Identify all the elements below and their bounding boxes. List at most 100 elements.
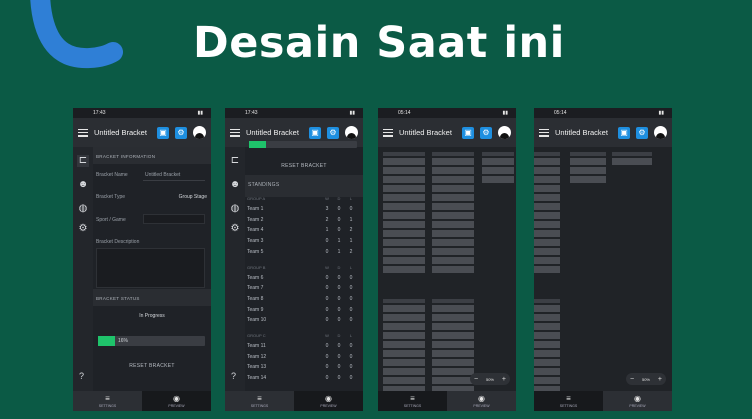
bracket-slot[interactable] <box>383 332 425 339</box>
bracket-preview-canvas[interactable] <box>378 147 516 393</box>
bracket-slot[interactable] <box>383 221 425 228</box>
save-button[interactable]: ▣ <box>618 126 630 139</box>
bracket-slot[interactable] <box>432 368 474 375</box>
bracket-slot[interactable] <box>534 230 560 237</box>
nav-settings[interactable]: ≡ SETTINGS <box>73 391 142 411</box>
bracket-slot[interactable] <box>383 341 425 348</box>
bracket-slot[interactable] <box>432 221 474 228</box>
bracket-slot[interactable] <box>432 248 474 255</box>
bracket-slot[interactable] <box>383 368 425 375</box>
bracket-slot[interactable] <box>432 305 474 312</box>
menu-icon[interactable] <box>383 128 393 137</box>
save-button[interactable]: ▣ <box>309 126 321 139</box>
menu-icon[interactable] <box>539 128 549 137</box>
bracket-slot[interactable] <box>482 158 514 165</box>
nav-settings[interactable]: ≡ SETTINGS <box>225 391 294 411</box>
bracket-slot[interactable] <box>534 257 560 264</box>
help-icon[interactable]: ? <box>231 371 236 381</box>
bracket-slot[interactable] <box>432 314 474 321</box>
bracket-slot[interactable] <box>612 158 652 165</box>
gear-icon[interactable]: ⚙ <box>229 223 241 235</box>
zoom-in-button[interactable]: + <box>502 376 506 383</box>
bracket-slot[interactable] <box>482 167 514 174</box>
bracket-slot[interactable] <box>534 248 560 255</box>
bracket-slot[interactable] <box>570 158 606 165</box>
bracket-slot[interactable] <box>383 248 425 255</box>
bracket-slot[interactable] <box>432 257 474 264</box>
settings-button[interactable]: ⚙ <box>636 126 648 139</box>
bracket-slot[interactable] <box>534 332 560 339</box>
bracket-slot[interactable] <box>432 332 474 339</box>
bracket-icon[interactable]: ⊏ <box>77 155 89 167</box>
bracket-slot[interactable] <box>570 167 606 174</box>
bracket-slot[interactable] <box>534 368 560 375</box>
bracket-slot[interactable] <box>383 314 425 321</box>
bracket-slot[interactable] <box>432 266 474 273</box>
bracket-slot[interactable] <box>432 341 474 348</box>
bracket-slot[interactable] <box>432 239 474 246</box>
sport-game-input[interactable] <box>143 214 205 224</box>
bracket-slot[interactable] <box>534 212 560 219</box>
bracket-slot[interactable] <box>432 377 474 384</box>
nav-preview[interactable]: ◉ PREVIEW <box>447 391 516 411</box>
bracket-slot[interactable] <box>383 167 425 174</box>
bracket-slot[interactable] <box>383 230 425 237</box>
bracket-slot[interactable] <box>432 323 474 330</box>
bracket-slot[interactable] <box>383 239 425 246</box>
nav-settings[interactable]: ≡ SETTINGS <box>378 391 447 411</box>
bracket-slot[interactable] <box>383 203 425 210</box>
bracket-slot[interactable] <box>570 176 606 183</box>
bracket-type-select[interactable]: Group Stage <box>179 194 207 200</box>
nav-settings[interactable]: ≡ SETTINGS <box>534 391 603 411</box>
menu-icon[interactable] <box>230 128 240 137</box>
bracket-slot[interactable] <box>383 185 425 192</box>
nav-preview[interactable]: ◉ PREVIEW <box>603 391 672 411</box>
bracket-slot[interactable] <box>534 194 560 201</box>
bracket-slot[interactable] <box>383 350 425 357</box>
bracket-slot[interactable] <box>383 359 425 366</box>
bracket-slot[interactable] <box>383 323 425 330</box>
bracket-slot[interactable] <box>383 305 425 312</box>
bracket-slot[interactable] <box>534 167 560 174</box>
zoom-in-button[interactable]: + <box>658 376 662 383</box>
save-button[interactable]: ▣ <box>462 126 474 139</box>
settings-button[interactable]: ⚙ <box>327 126 339 139</box>
bracket-icon[interactable]: ⊏ <box>229 155 241 167</box>
avatar[interactable] <box>193 126 206 139</box>
bracket-slot[interactable] <box>432 158 474 165</box>
avatar[interactable] <box>345 126 358 139</box>
bracket-slot[interactable] <box>432 167 474 174</box>
bracket-name-input[interactable]: Untitled Bracket <box>145 172 180 178</box>
help-icon[interactable]: ? <box>79 371 84 381</box>
palette-icon[interactable]: ◍ <box>229 203 241 215</box>
gear-icon[interactable]: ⚙ <box>77 223 89 235</box>
description-textarea[interactable] <box>96 248 205 288</box>
bracket-slot[interactable] <box>534 239 560 246</box>
bracket-slot[interactable] <box>383 158 425 165</box>
bracket-slot[interactable] <box>383 212 425 219</box>
palette-icon[interactable]: ◍ <box>77 203 89 215</box>
settings-button[interactable]: ⚙ <box>175 126 187 139</box>
zoom-out-button[interactable]: − <box>474 376 478 383</box>
bracket-slot[interactable] <box>432 212 474 219</box>
nav-preview[interactable]: ◉ PREVIEW <box>142 391 211 411</box>
bracket-slot[interactable] <box>432 176 474 183</box>
save-button[interactable]: ▣ <box>157 126 169 139</box>
bracket-slot[interactable] <box>534 350 560 357</box>
bracket-slot[interactable] <box>534 176 560 183</box>
nav-preview[interactable]: ◉ PREVIEW <box>294 391 363 411</box>
bracket-slot[interactable] <box>534 377 560 384</box>
users-icon[interactable]: ☻ <box>229 179 241 191</box>
bracket-slot[interactable] <box>534 203 560 210</box>
users-icon[interactable]: ☻ <box>77 179 89 191</box>
bracket-slot[interactable] <box>534 341 560 348</box>
bracket-slot[interactable] <box>534 266 560 273</box>
settings-button[interactable]: ⚙ <box>480 126 492 139</box>
bracket-slot[interactable] <box>534 359 560 366</box>
bracket-slot[interactable] <box>432 194 474 201</box>
bracket-slot[interactable] <box>534 314 560 321</box>
bracket-slot[interactable] <box>534 158 560 165</box>
bracket-slot[interactable] <box>432 230 474 237</box>
bracket-slot[interactable] <box>432 350 474 357</box>
bracket-slot[interactable] <box>383 257 425 264</box>
